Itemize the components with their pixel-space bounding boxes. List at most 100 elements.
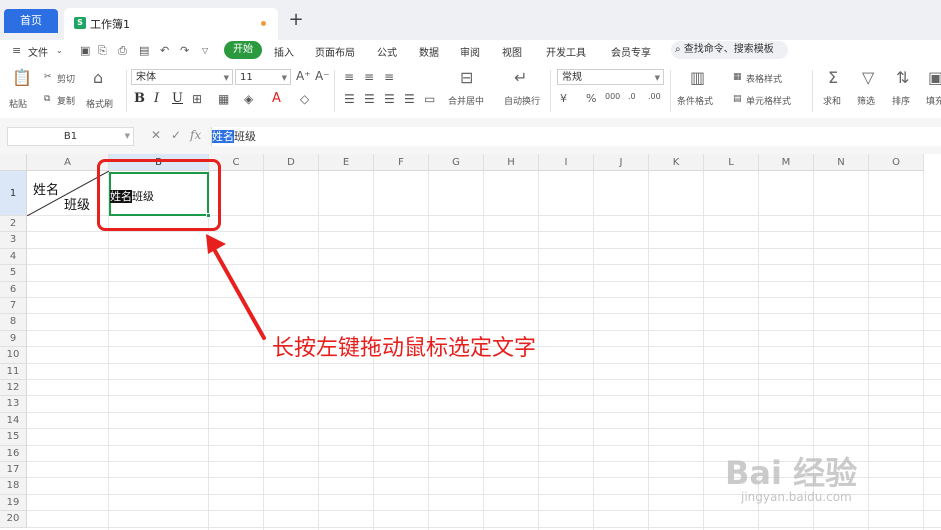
row-header-18[interactable]: 18 <box>0 478 27 495</box>
row-header-4[interactable]: 4 <box>0 248 27 266</box>
distribute-icon[interactable]: ▭ <box>424 92 435 106</box>
fill-icon[interactable]: ▣ <box>928 68 941 87</box>
conditional-format-label[interactable]: 条件格式 <box>677 94 713 107</box>
decrease-decimal-icon[interactable]: .00 <box>648 92 661 101</box>
menu-formula[interactable]: 公式 <box>377 44 397 59</box>
export-pdf-icon[interactable]: ⎘ <box>98 44 107 58</box>
menu-developer[interactable]: 开发工具 <box>546 44 586 59</box>
fill-color-icon[interactable]: ◈ <box>244 92 253 106</box>
italic-icon[interactable]: I <box>154 91 159 106</box>
filter-label[interactable]: 筛选 <box>857 94 875 107</box>
save-icon[interactable]: ▣ <box>80 44 90 57</box>
table-style-label[interactable]: 表格样式 <box>746 72 782 85</box>
align-right-icon[interactable]: ☰ <box>384 92 395 106</box>
insert-function-icon[interactable]: fx <box>190 128 201 142</box>
undo-icon[interactable]: ↶ <box>160 44 169 57</box>
row-header-2[interactable]: 2 <box>0 216 27 233</box>
column-header-o[interactable]: O <box>869 154 924 171</box>
increase-decimal-icon[interactable]: .0 <box>628 92 636 101</box>
name-box[interactable]: B1 ▼ <box>7 127 134 146</box>
print-preview-icon[interactable]: ▤ <box>139 44 149 57</box>
column-header-j[interactable]: J <box>594 154 649 171</box>
column-header-h[interactable]: H <box>484 154 539 171</box>
menu-review[interactable]: 审阅 <box>460 44 480 59</box>
column-header-e[interactable]: E <box>319 154 374 171</box>
align-center-icon[interactable]: ☰ <box>364 92 375 106</box>
clear-format-icon[interactable]: ◇ <box>300 92 309 106</box>
font-color-icon[interactable]: A <box>272 91 281 106</box>
menu-file[interactable]: 文件 <box>28 44 48 59</box>
row-header-7[interactable]: 7 <box>0 298 27 315</box>
row-header-8[interactable]: 8 <box>0 314 27 331</box>
row-header-17[interactable]: 17 <box>0 462 27 479</box>
command-search-input[interactable]: ⌕ 查找命令、搜索模板 <box>671 41 788 59</box>
font-size-select[interactable]: 11 ▼ <box>235 69 291 85</box>
conditional-format-icon[interactable]: ▥ <box>690 68 705 87</box>
wrap-text-icon[interactable]: ↵ <box>514 68 527 87</box>
cut-icon[interactable]: ✂ <box>44 72 52 82</box>
tab-workbook[interactable]: S 工作簿1 <box>64 8 278 40</box>
redo-icon[interactable]: ↷ <box>180 44 189 57</box>
paste-icon[interactable]: 📋 <box>12 68 32 87</box>
cut-label[interactable]: 剪切 <box>57 72 75 85</box>
row-header-19[interactable]: 19 <box>0 494 27 512</box>
sort-icon[interactable]: ⇅ <box>896 68 909 87</box>
format-painter-icon[interactable]: ⌂ <box>93 68 103 87</box>
row-header-16[interactable]: 16 <box>0 445 27 462</box>
column-header-g[interactable]: G <box>429 154 484 171</box>
justify-icon[interactable]: ☰ <box>404 92 415 106</box>
row-header-15[interactable]: 15 <box>0 429 27 446</box>
copy-icon[interactable]: ⧉ <box>44 94 50 104</box>
currency-icon[interactable]: ¥ <box>560 92 567 105</box>
select-all-corner[interactable] <box>0 154 27 171</box>
cell-style-icon[interactable]: ▤ <box>733 94 742 104</box>
column-header-i[interactable]: I <box>539 154 594 171</box>
row-header-6[interactable]: 6 <box>0 281 27 298</box>
new-tab-button[interactable]: + <box>286 9 306 31</box>
bold-icon[interactable]: B <box>134 91 145 106</box>
number-format-select[interactable]: 常规 ▼ <box>557 69 664 85</box>
sum-label[interactable]: 求和 <box>823 94 841 107</box>
sort-label[interactable]: 排序 <box>892 94 910 107</box>
align-bottom-icon[interactable]: ≡ <box>384 70 394 84</box>
row-header-3[interactable]: 3 <box>0 232 27 249</box>
paste-label[interactable]: 粘贴 <box>9 97 27 110</box>
hamburger-menu-icon[interactable]: ≡ <box>12 44 21 57</box>
print-icon[interactable]: ⎙ <box>118 44 127 58</box>
shading-icon[interactable]: ▦ <box>218 92 229 106</box>
column-header-m[interactable]: M <box>759 154 814 171</box>
filter-icon[interactable]: ▽ <box>862 68 874 87</box>
merge-center-label[interactable]: 合并居中 <box>448 94 484 107</box>
row-header-1[interactable]: 1 <box>0 171 27 216</box>
row-header-5[interactable]: 5 <box>0 265 27 282</box>
tab-home[interactable]: 首页 <box>4 9 58 33</box>
menu-view[interactable]: 视图 <box>502 44 522 59</box>
font-name-select[interactable]: 宋体 ▼ <box>131 69 233 85</box>
menu-data[interactable]: 数据 <box>419 44 439 59</box>
sum-icon[interactable]: Σ <box>828 68 838 87</box>
menu-member[interactable]: 会员专享 <box>611 44 651 59</box>
row-header-11[interactable]: 11 <box>0 363 27 380</box>
row-header-13[interactable]: 13 <box>0 396 27 413</box>
percent-icon[interactable]: % <box>586 92 596 105</box>
border-icon[interactable]: ⊞ <box>192 92 202 106</box>
confirm-edit-icon[interactable]: ✓ <box>171 128 181 142</box>
column-header-n[interactable]: N <box>814 154 869 171</box>
column-header-k[interactable]: K <box>649 154 704 171</box>
row-header-9[interactable]: 9 <box>0 330 27 348</box>
merge-center-icon[interactable]: ⊟ <box>460 68 473 87</box>
increase-font-icon[interactable]: A⁺ <box>296 69 311 83</box>
row-header-12[interactable]: 12 <box>0 380 27 397</box>
menu-page-layout[interactable]: 页面布局 <box>315 44 355 59</box>
thousands-icon[interactable]: 000 <box>605 92 620 101</box>
fill-label[interactable]: 填充 <box>926 94 941 107</box>
row-header-10[interactable]: 10 <box>0 347 27 364</box>
align-left-icon[interactable]: ☰ <box>344 92 355 106</box>
table-style-icon[interactable]: ▦ <box>733 72 742 82</box>
row-header-14[interactable]: 14 <box>0 412 27 430</box>
underline-icon[interactable]: U <box>172 91 183 106</box>
format-painter-label[interactable]: 格式刷 <box>86 97 113 110</box>
wrap-text-label[interactable]: 自动换行 <box>504 94 540 107</box>
menu-start[interactable]: 开始 <box>224 41 262 59</box>
formula-input[interactable]: 姓名班级 <box>211 127 941 146</box>
